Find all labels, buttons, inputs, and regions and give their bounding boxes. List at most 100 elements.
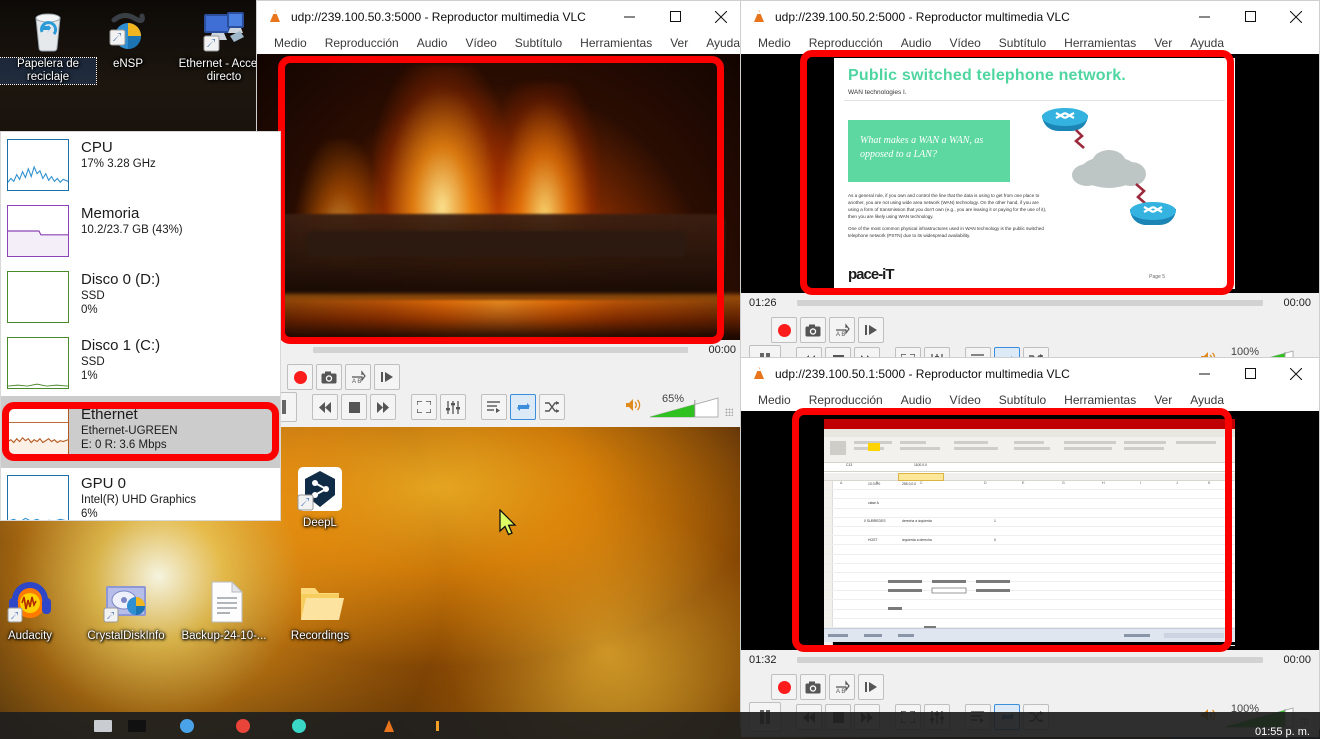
vlc3-menu-herramientas[interactable]: Herramientas (1055, 393, 1145, 407)
task-manager-row-gpu0[interactable]: GPU 0 Intel(R) UHD Graphics 6% (1, 468, 280, 521)
vlc3-menu-audio[interactable]: Audio (892, 393, 941, 407)
vlc1-extended-settings-button[interactable] (440, 394, 466, 420)
vlc2-menu-herramientas[interactable]: Herramientas (1055, 36, 1145, 50)
vlc3-seek-bar[interactable] (797, 657, 1263, 663)
vlc2-menu-ayuda[interactable]: Ayuda (1181, 36, 1233, 50)
vlc1-video-surface[interactable] (257, 54, 744, 340)
vlc2-frame-step-button[interactable] (858, 317, 884, 343)
gpu0-usage-graph (7, 475, 69, 521)
vlc2-ab-loop-button[interactable]: A B (829, 317, 855, 343)
vlc1-record-button[interactable] (287, 364, 313, 390)
vlc1-menu-medio[interactable]: Medio (265, 36, 316, 50)
vlc2-seek-bar[interactable] (797, 300, 1263, 306)
vlc3-minimize-button[interactable] (1181, 358, 1227, 389)
desktop-icon-audacity[interactable]: Audacity (0, 578, 78, 643)
vlc3-menu-reproduccion[interactable]: Reproducción (800, 393, 892, 407)
vlc2-video-surface[interactable]: Public switched telephone network. WAN t… (741, 54, 1319, 293)
taskbar-item-app[interactable] (282, 712, 316, 739)
vlc1-playlist-button[interactable] (481, 394, 507, 420)
vlc1-stop-button[interactable] (341, 394, 367, 420)
vlc-window-1[interactable]: udp://239.100.50.3:5000 - Reproductor mu… (256, 0, 745, 419)
vlc3-menu-subtitulo[interactable]: Subtítulo (990, 393, 1055, 407)
desktop-icon-backup-file[interactable]: Backup-24-10-... (176, 578, 272, 643)
vlc1-seek-row[interactable]: 20 00:00 (257, 340, 744, 360)
vlc1-maximize-button[interactable] (652, 1, 698, 32)
vlc3-record-button[interactable] (771, 674, 797, 700)
taskbar-item-2[interactable] (120, 712, 154, 739)
taskbar-item-explorer[interactable] (170, 712, 204, 739)
vlc-window-2[interactable]: udp://239.100.50.2:5000 - Reproductor mu… (740, 0, 1320, 372)
vlc3-menu-ayuda[interactable]: Ayuda (1181, 393, 1233, 407)
excel-row (824, 619, 1235, 628)
vlc1-ab-loop-button[interactable]: A B (345, 364, 371, 390)
vlc3-snapshot-button[interactable] (800, 674, 826, 700)
task-manager-row-ethernet[interactable]: Ethernet Ethernet-UGREEN E: 0 R: 3.6 Mbp… (1, 396, 280, 468)
vlc3-video-surface[interactable]: C13 1100.0.0 ABC DEG HIJ KL (741, 411, 1319, 650)
taskbar-item-notify[interactable] (420, 712, 454, 739)
task-manager-row-memoria[interactable]: Memoria 10.2/23.7 GB (43%) (1, 198, 280, 264)
vlc1-fullscreen-button[interactable] (411, 394, 437, 420)
vlc1-menu-audio[interactable]: Audio (408, 36, 457, 50)
taskbar-item-vlc[interactable] (372, 712, 406, 739)
taskbar-item-1[interactable] (86, 712, 120, 739)
vlc2-menu-reproduccion[interactable]: Reproducción (800, 36, 892, 50)
vlc1-resize-grip[interactable] (725, 408, 733, 416)
vlc2-record-button[interactable] (771, 317, 797, 343)
vlc1-menu-herramientas[interactable]: Herramientas (571, 36, 661, 50)
vlc2-menu-bar[interactable]: Medio Reproducción Audio Vídeo Subtítulo… (741, 32, 1319, 54)
vlc1-controls[interactable]: A B (257, 360, 744, 427)
vlc1-menu-bar[interactable]: Medio Reproducción Audio Vídeo Subtítulo… (257, 32, 744, 54)
vlc3-ab-loop-button[interactable]: A B (829, 674, 855, 700)
vlc2-menu-video[interactable]: Vídeo (940, 36, 989, 50)
vlc3-menu-video[interactable]: Vídeo (940, 393, 989, 407)
vlc1-menu-video[interactable]: Vídeo (456, 36, 505, 50)
desktop-icon-deepl[interactable]: DeepL (272, 465, 368, 530)
vlc1-title-bar[interactable]: udp://239.100.50.3:5000 - Reproductor mu… (257, 1, 744, 32)
task-manager-row-disco0[interactable]: Disco 0 (D:) SSD 0% (1, 264, 280, 330)
vlc1-seek-bar[interactable] (313, 347, 688, 353)
vlc2-menu-subtitulo[interactable]: Subtítulo (990, 36, 1055, 50)
desktop-icon-recordings[interactable]: Recordings (272, 578, 368, 643)
desktop-icon-crystaldiskinfo[interactable]: CrystalDiskInfo (78, 578, 174, 643)
task-manager-row-cpu[interactable]: CPU 17% 3.28 GHz (1, 132, 280, 198)
vlc2-menu-medio[interactable]: Medio (749, 36, 800, 50)
vlc1-menu-ver[interactable]: Ver (661, 36, 697, 50)
vlc1-menu-subtitulo[interactable]: Subtítulo (506, 36, 571, 50)
taskbar-clock[interactable]: 01:55 p. m. (1255, 726, 1310, 738)
vlc1-frame-step-button[interactable] (374, 364, 400, 390)
task-manager-row-disco1[interactable]: Disco 1 (C:) SSD 1% (1, 330, 280, 396)
vlc1-previous-button[interactable] (312, 394, 338, 420)
vlc3-menu-bar[interactable]: Medio Reproducción Audio Vídeo Subtítulo… (741, 389, 1319, 411)
vlc1-snapshot-button[interactable] (316, 364, 342, 390)
vlc3-menu-ver[interactable]: Ver (1145, 393, 1181, 407)
vlc2-maximize-button[interactable] (1227, 1, 1273, 32)
vlc-window-3[interactable]: udp://239.100.50.1:5000 - Reproductor mu… (740, 357, 1320, 729)
vlc1-close-button[interactable] (698, 1, 744, 32)
vlc3-close-button[interactable] (1273, 358, 1319, 389)
vlc2-title-bar[interactable]: udp://239.100.50.2:5000 - Reproductor mu… (741, 1, 1319, 32)
vlc3-maximize-button[interactable] (1227, 358, 1273, 389)
vlc3-menu-medio[interactable]: Medio (749, 393, 800, 407)
vlc2-menu-ver[interactable]: Ver (1145, 36, 1181, 50)
vlc1-next-button[interactable] (370, 394, 396, 420)
slide-callout-text: What makes a WAN a WAN, as opposed to a … (848, 120, 1010, 162)
windows-taskbar[interactable] (0, 712, 1320, 739)
vlc2-seek-row[interactable]: 01:26 00:00 (741, 293, 1319, 313)
speaker-icon[interactable] (626, 398, 642, 417)
desktop-icon-ensp[interactable]: eNSP (80, 6, 176, 71)
vlc3-frame-step-button[interactable] (858, 674, 884, 700)
vlc3-seek-row[interactable]: 01:32 00:00 (741, 650, 1319, 670)
vlc1-menu-reproduccion[interactable]: Reproducción (316, 36, 408, 50)
vlc2-minimize-button[interactable] (1181, 1, 1227, 32)
vlc3-title-bar[interactable]: udp://239.100.50.1:5000 - Reproductor mu… (741, 358, 1319, 389)
vlc2-menu-audio[interactable]: Audio (892, 36, 941, 50)
vlc1-volume-slider[interactable] (648, 396, 720, 418)
vlc1-loop-button[interactable] (510, 394, 536, 420)
task-manager-summary-panel[interactable]: CPU 17% 3.28 GHz Memoria 10.2/23.7 GB (4… (0, 131, 281, 521)
vlc1-shuffle-button[interactable] (539, 394, 565, 420)
vlc2-close-button[interactable] (1273, 1, 1319, 32)
taskbar-item-record[interactable] (226, 712, 260, 739)
vlc1-volume-area[interactable]: 65% (626, 396, 736, 418)
vlc1-minimize-button[interactable] (606, 1, 652, 32)
vlc2-snapshot-button[interactable] (800, 317, 826, 343)
